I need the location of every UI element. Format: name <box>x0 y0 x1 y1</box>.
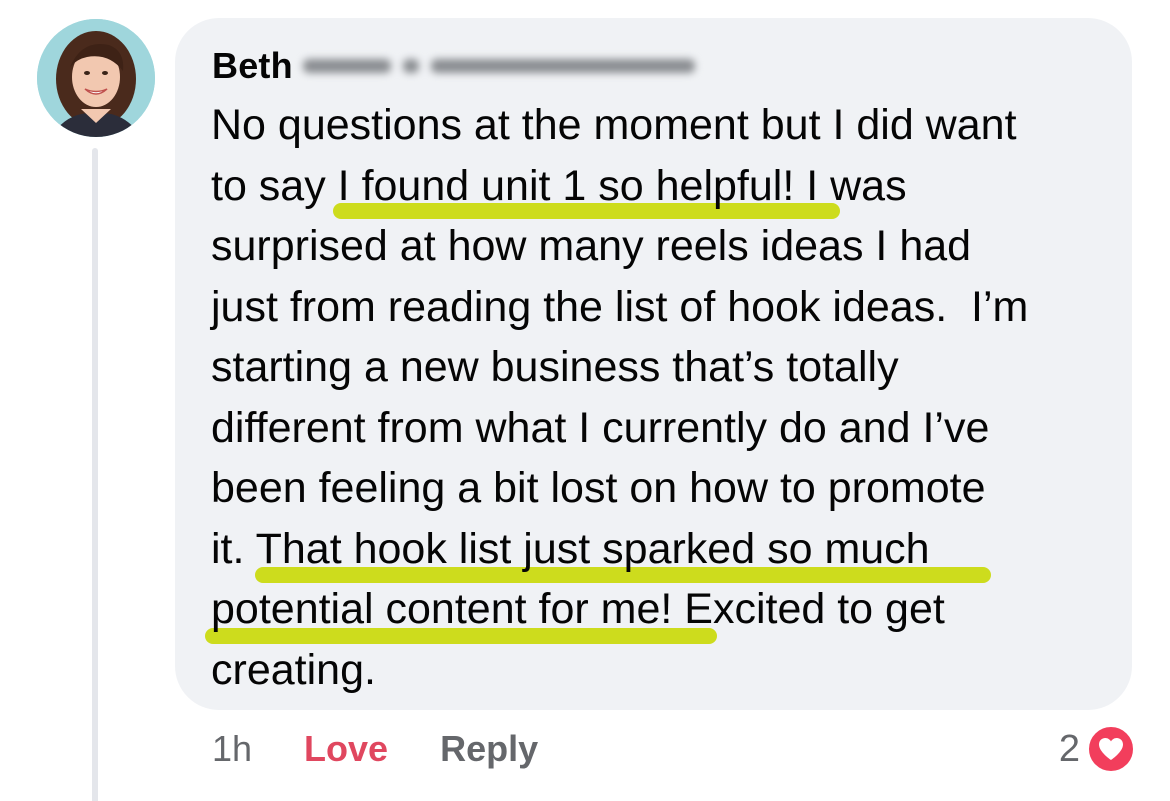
comment-line: been feeling a bit lost on how to promot… <box>211 464 986 512</box>
avatar[interactable] <box>37 19 155 137</box>
comment-line: No questions at the moment but I did wan… <box>211 101 1017 149</box>
comment-line: potential content for me! Excited to get <box>211 585 945 633</box>
comment-thread: Beth No questions at the moment but I di… <box>0 0 1170 801</box>
reply-button[interactable]: Reply <box>440 728 538 770</box>
thread-connector-line <box>92 148 98 801</box>
heart-icon <box>1099 738 1123 760</box>
comment-line: it. That hook list just sparked so much <box>211 524 930 573</box>
comment-line: just from reading the list of hook ideas… <box>211 282 1029 331</box>
comment-line: creating. <box>211 645 376 694</box>
comment-line: different from what I currently do and I… <box>211 403 990 452</box>
author-name[interactable]: Beth <box>212 45 293 87</box>
avatar-portrait-icon <box>37 19 155 137</box>
comment-line: surprised at how many reels ideas I had <box>211 222 972 270</box>
comment-actions: 1h Love Reply <box>212 724 538 774</box>
comment-line: starting a new business that’s totally <box>211 343 899 391</box>
comment-line: to say I found unit 1 so helpful! I was <box>211 161 907 210</box>
love-button[interactable]: Love <box>304 728 388 770</box>
comment-text: No questions at the moment but I did wan… <box>211 95 1111 700</box>
comment-timestamp[interactable]: 1h <box>212 728 252 770</box>
redacted-surname <box>302 53 695 79</box>
reaction-summary[interactable]: 2 <box>1059 722 1136 776</box>
reaction-count: 2 <box>1058 727 1080 770</box>
comment-author[interactable]: Beth <box>212 44 695 88</box>
heart-reaction-badge <box>1086 724 1136 774</box>
